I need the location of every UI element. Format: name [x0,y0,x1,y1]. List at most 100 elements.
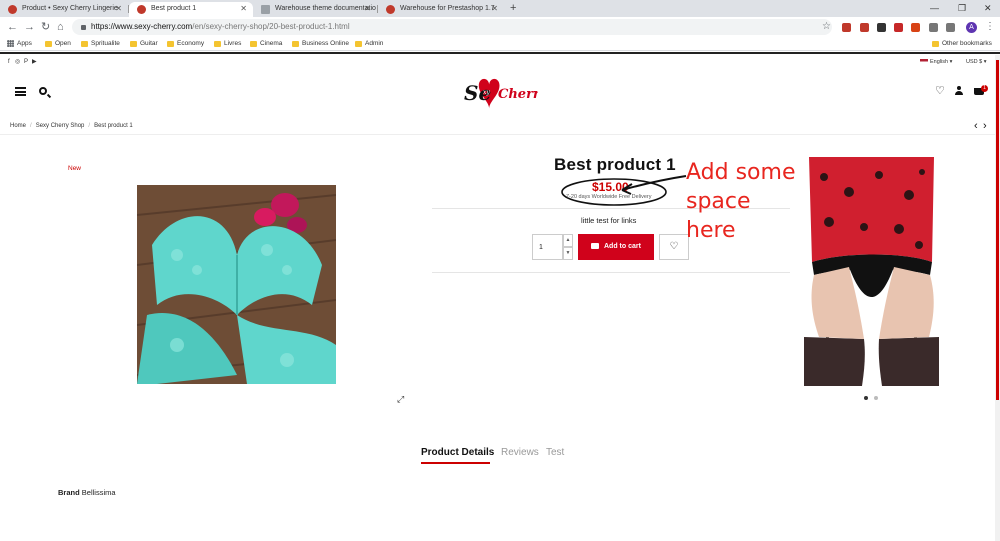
add-to-wishlist-button[interactable]: ♡ [659,234,689,260]
divider [432,272,790,273]
folder-icon [130,41,137,47]
brand-value: Bellissima [81,488,116,497]
document-favicon-icon [261,5,270,14]
bookmark-label: Other bookmarks [942,40,992,47]
breadcrumb-separator: / [88,123,91,129]
quantity-increase-icon[interactable]: ▲ [563,234,573,247]
forward-arrow-icon[interactable]: → [24,19,35,35]
site-favicon-icon [386,5,395,14]
home-icon[interactable]: ⌂ [57,19,64,35]
maximize-icon[interactable]: ❐ [958,1,966,15]
bookmark-label: Business Online [302,40,349,47]
browser-extension-icon[interactable] [877,23,886,32]
url-host: https://www.sexy-cherry.com [91,22,193,31]
breadcrumb-category-link[interactable]: Sexy Cherry Shop [36,123,85,129]
profile-avatar[interactable]: A [966,22,977,33]
quantity-decrease-icon[interactable]: ▼ [563,247,573,260]
annotation-arrow [621,175,687,195]
close-tab-icon[interactable]: ✕ [491,2,498,15]
bookmark-folder[interactable]: Livres [214,37,241,51]
bookmark-star-icon[interactable]: ☆ [822,19,831,35]
hamburger-menu-icon[interactable] [15,87,26,96]
divider [0,134,995,135]
back-arrow-icon[interactable]: ← [7,19,18,35]
close-tab-icon[interactable]: ✕ [240,2,247,15]
bookmark-label: Apps [17,40,32,47]
breadcrumb-home-link[interactable]: Home [10,123,26,129]
pinterest-icon[interactable]: P [24,58,28,66]
close-window-icon[interactable]: ✕ [984,1,992,15]
bookmark-label: Livres [224,40,242,47]
bookmark-label: Economy [177,40,205,47]
folder-icon [167,41,174,47]
tab-title: Warehouse for Prestashop 1.7 [400,5,495,12]
browser-extension-icon[interactable] [946,23,955,32]
browser-extension-icon[interactable] [842,23,851,32]
browser-menu-icon[interactable]: ⋮ [985,19,995,35]
bookmark-folder[interactable]: Cinema [250,37,282,51]
product-gallery-image[interactable] [804,157,939,386]
other-bookmarks-folder[interactable]: Other bookmarks [932,37,992,51]
tab-reviews[interactable]: Reviews [501,446,539,460]
browser-extension-icon[interactable] [929,23,938,32]
page-scrollbar-thumb[interactable] [996,60,999,400]
gallery-dot[interactable] [874,396,878,400]
tab-product-details[interactable]: Product Details [421,446,494,460]
wishlist-heart-icon[interactable]: ♡ [935,85,945,97]
new-product-badge: New [68,165,82,172]
folder-icon [45,41,52,47]
folder-icon [214,41,221,47]
gallery-dot-active[interactable] [864,396,868,400]
currency-label: USD $ [966,59,983,65]
active-tab-indicator [421,462,490,464]
url-path: /en/sexy-cherry-shop/20-best-product-1.h… [192,22,350,31]
bookmark-label: Open [55,40,71,47]
bookmark-folder[interactable]: Business Online [292,37,349,51]
bookmark-folder[interactable]: Admin [355,37,383,51]
folder-icon [292,41,299,47]
instagram-icon[interactable]: ◎ [15,58,20,66]
language-selector[interactable]: English ▾ [920,58,952,66]
close-tab-icon[interactable]: ✕ [364,2,371,15]
browser-tab[interactable]: Warehouse theme documentatio ✕ [253,2,377,17]
next-product-icon[interactable]: › [983,119,987,133]
reload-icon[interactable]: ↻ [41,19,50,35]
site-logo[interactable]: Se xy Cherry [462,74,538,110]
cart-count-badge: 1 [981,85,988,92]
shopping-bag-icon [591,243,599,249]
expand-image-icon[interactable]: ⤢ [397,394,404,404]
url-text[interactable]: https://www.sexy-cherry.com/en/sexy-cher… [91,19,350,35]
browser-tab[interactable]: Product • Sexy Cherry Lingerie ✕ [0,2,128,17]
product-cover-image[interactable] [137,185,336,384]
close-tab-icon[interactable]: ✕ [115,2,122,15]
lock-icon[interactable] [81,25,86,30]
browser-extension-icon[interactable] [860,23,869,32]
currency-selector[interactable]: USD $ ▾ [966,58,987,66]
tab-test[interactable]: Test [546,446,564,460]
browser-extension-icon[interactable] [911,23,920,32]
bookmark-folder[interactable]: Open [45,37,71,51]
bookmark-folder[interactable]: Guitar [130,37,158,51]
folder-icon [932,41,939,47]
quantity-input[interactable] [532,234,563,260]
browser-tab[interactable]: Warehouse for Prestashop 1.7 ✕ [378,2,504,17]
browser-tab-active[interactable]: Best product 1 ✕ [129,2,253,17]
apps-grid-icon [7,40,14,47]
bookmark-apps[interactable]: Apps [7,37,32,51]
facebook-icon[interactable]: f [8,58,10,66]
tab-title: Product • Sexy Cherry Lingerie [22,5,118,12]
add-to-cart-button[interactable]: Add to cart [578,234,654,260]
user-account-icon[interactable] [955,86,963,96]
site-favicon-icon [137,5,146,14]
previous-product-icon[interactable]: ‹ [974,119,978,133]
brand-row: Brand Bellissima [58,488,116,498]
annotation-text: Add some space here [686,160,796,243]
bookmark-folder[interactable]: Economy [167,37,204,51]
browser-extension-icon[interactable] [894,23,903,32]
new-tab-button[interactable]: + [510,2,516,15]
minimize-icon[interactable]: — [930,1,939,15]
search-icon[interactable] [39,87,47,95]
bookmark-folder[interactable]: Spritualite [81,37,120,51]
site-favicon-icon [8,5,17,14]
youtube-icon[interactable]: ▶ [32,58,37,66]
